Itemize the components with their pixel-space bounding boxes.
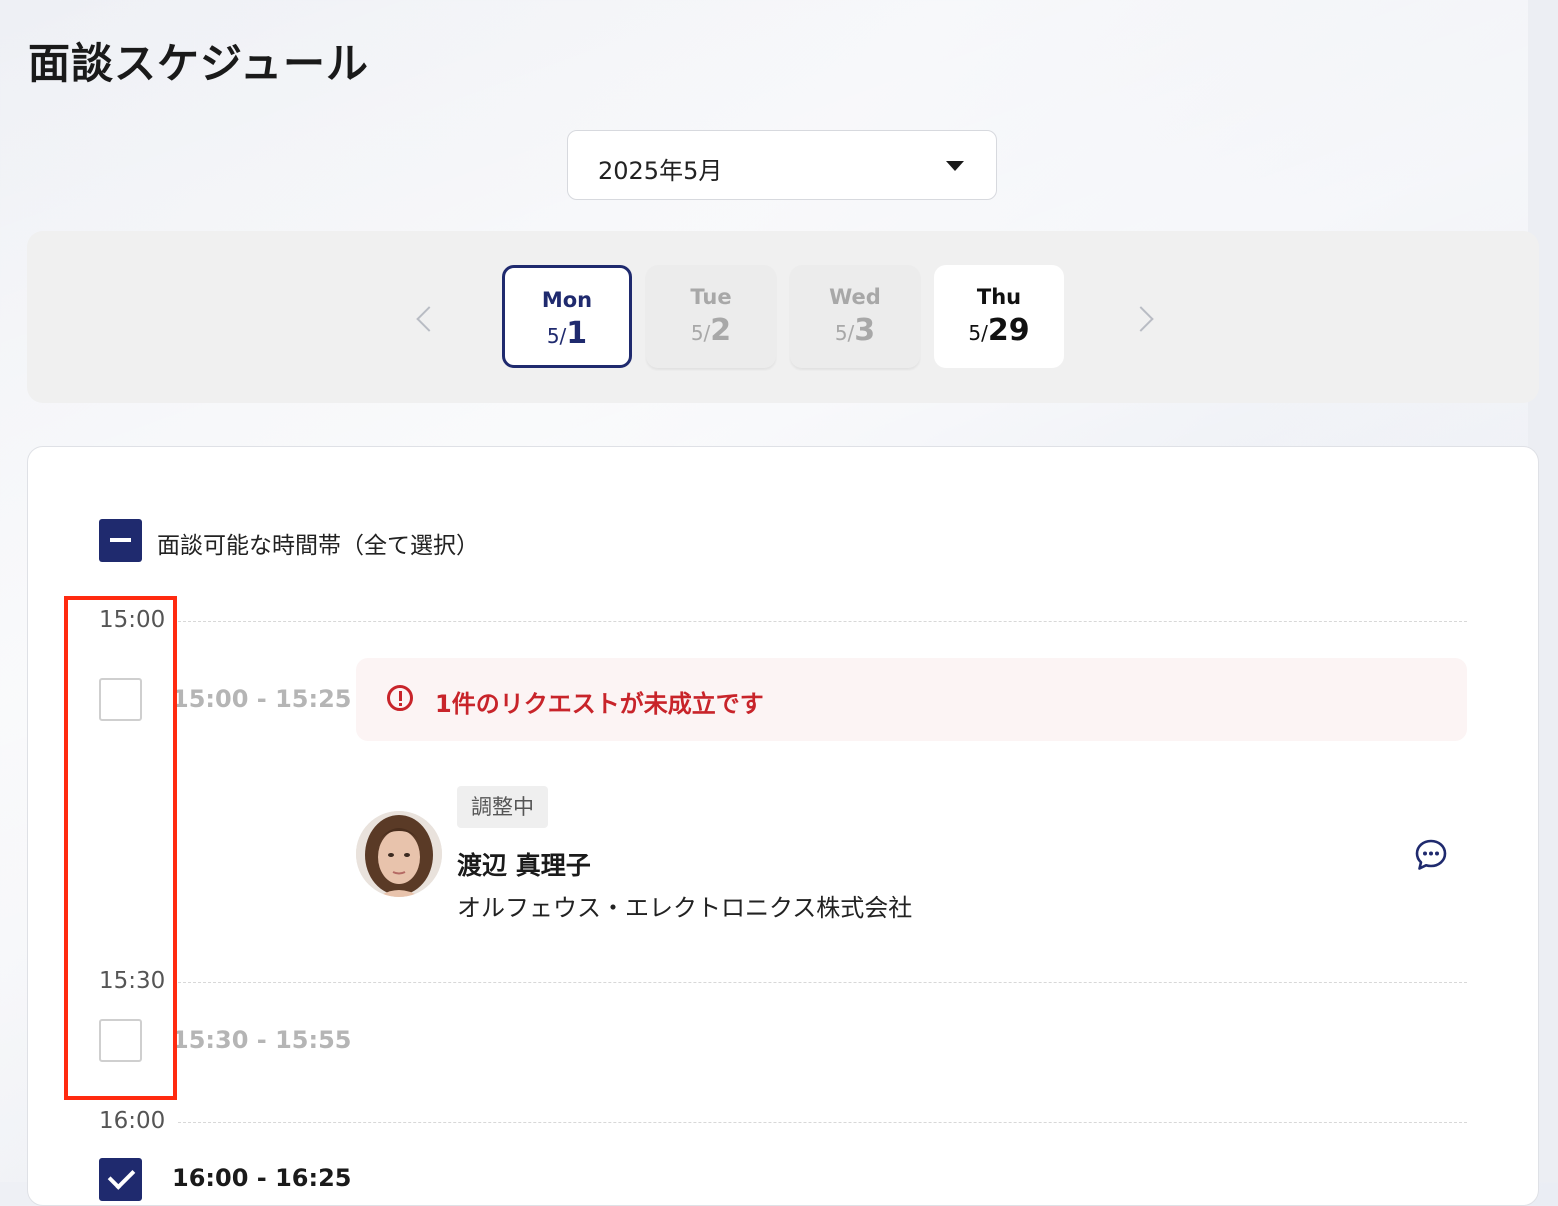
time-divider [178,982,1467,983]
person-name: 渡辺 真理子 [457,851,591,880]
month-select[interactable]: 2025年5月 [567,130,997,200]
minus-icon [110,538,131,542]
exclamation-circle-icon [387,685,413,711]
chat-bubble-icon[interactable] [1414,838,1448,872]
day-number: 3 [854,313,876,348]
day-number: 2 [710,313,732,348]
day-number: 1 [566,316,588,351]
day-card-wed: Wed 5/3 [790,265,920,368]
page-title: 面談スケジュール [28,39,370,88]
time-divider [178,621,1467,622]
day-of-week: Thu [976,285,1022,309]
day-card-tue: Tue 5/2 [646,265,776,368]
slot-range-1530: 15:30 - 15:55 [172,1026,352,1054]
schedule-panel [27,446,1539,1206]
request-alert: 1件のリクエストが未成立です [356,658,1467,741]
day-month: 5/ [968,321,988,345]
day-card-mon[interactable]: Mon 5/1 [502,265,632,368]
day-month: 5/ [834,321,855,345]
company-name: オルフェウス・エレクトロニクス株式会社 [457,894,913,922]
time-label-1600: 16:00 [99,1108,166,1134]
slot-checkbox-1600[interactable] [99,1158,142,1201]
date-strip [27,231,1539,403]
slot-range-1500: 15:00 - 15:25 [172,685,352,713]
day-of-week: Tue [690,285,732,309]
day-of-week: Mon [541,288,593,312]
select-all-label: 面談可能な時間帯（全て選択） [157,533,479,559]
alert-text: 1件のリクエストが未成立です [435,690,764,718]
select-all-checkbox[interactable] [99,519,142,562]
day-of-week: Wed [829,285,881,309]
status-badge: 調整中 [457,786,548,828]
day-number: 29 [987,313,1030,348]
day-card-thu[interactable]: Thu 5/29 [934,265,1064,368]
month-select-value: 2025年5月 [598,157,723,185]
day-month: 5/ [546,324,567,348]
slot-range-1600: 16:00 - 16:25 [172,1164,352,1192]
avatar [356,811,442,897]
highlight-box [64,596,177,1100]
day-month: 5/ [690,321,711,345]
caret-down-icon [946,161,964,171]
time-divider [178,1122,1467,1123]
check-icon [107,1162,136,1190]
